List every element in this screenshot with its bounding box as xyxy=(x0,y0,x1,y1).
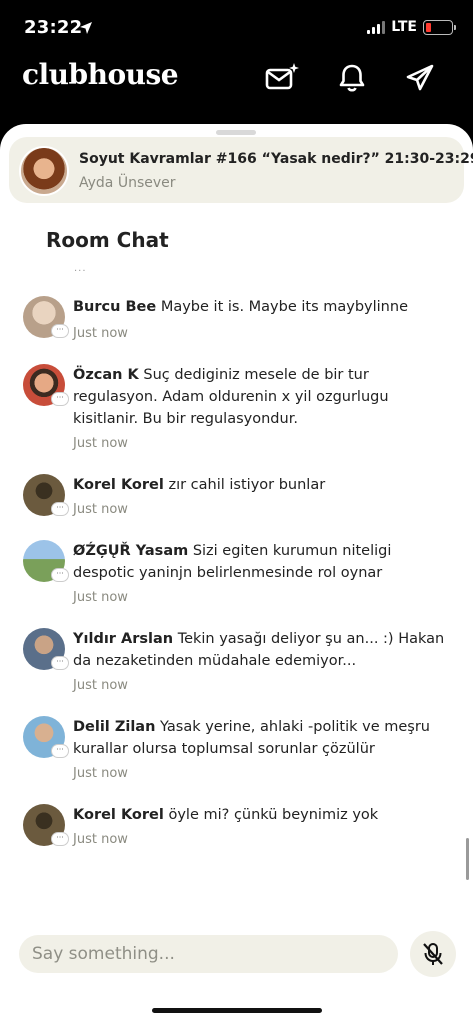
message-author: Korel Korel xyxy=(73,477,164,493)
message-author: Burcu Bee xyxy=(73,299,157,315)
message-author: Korel Korel xyxy=(73,807,164,823)
chat-bubble-icon: ··· xyxy=(51,392,69,406)
battery-icon xyxy=(423,19,456,35)
chat-input-container[interactable] xyxy=(19,935,398,973)
scrollbar[interactable] xyxy=(466,838,469,880)
room-host: Ayda Ünsever xyxy=(79,175,176,191)
sheet-grabber[interactable] xyxy=(216,130,256,135)
message-text: Özcan K Suç dediginiz mesele de bir tur … xyxy=(73,367,389,427)
status-indicators: LTE xyxy=(367,19,456,35)
message-time: Just now xyxy=(73,832,128,847)
status-time: 23:22 xyxy=(24,17,83,38)
message-text: Korel Korel zır cahil istiyor bunlar xyxy=(73,477,326,493)
message-text: Burcu Bee Maybe it is. Maybe its maybyli… xyxy=(73,299,408,315)
message-text: ØŹĢŲŘ Yasam Sizi egiten kurumun niteligi… xyxy=(73,543,392,581)
message-author: ØŹĢŲŘ Yasam xyxy=(73,543,189,559)
message-text: Korel Korel öyle mi? çünkü beynimiz yok xyxy=(73,807,379,823)
chat-bubble-icon: ··· xyxy=(51,656,69,670)
bell-icon[interactable] xyxy=(334,60,370,96)
mute-toggle-button[interactable] xyxy=(410,931,456,977)
message-time: Just now xyxy=(73,590,128,605)
message-time: Just now xyxy=(73,326,128,341)
status-bar: 23:22 LTE xyxy=(0,0,473,56)
message-text: Delil Zilan Yasak yerine, ahlaki -politi… xyxy=(73,719,431,757)
chat-bubble-icon: ··· xyxy=(51,568,69,582)
message-time: Just now xyxy=(73,502,128,517)
app-header: clubhouse xyxy=(0,56,473,122)
host-avatar xyxy=(19,146,69,196)
message-time: Just now xyxy=(73,436,128,451)
message-author: Delil Zilan xyxy=(73,719,156,735)
network-type: LTE xyxy=(391,19,417,35)
chat-bubble-icon: ··· xyxy=(51,832,69,846)
location-arrow-icon xyxy=(80,22,92,34)
message-author: Yıldır Arslan xyxy=(73,631,174,647)
home-indicator xyxy=(152,1008,322,1013)
cellular-signal-icon xyxy=(367,20,386,34)
send-paperplane-icon[interactable] xyxy=(402,60,438,96)
chat-bubble-icon: ··· xyxy=(51,744,69,758)
room-title: Soyut Kavramlar #166 “Yasak nedir?” 21:3… xyxy=(79,151,473,167)
message-text: Yıldır Arslan Tekin yasağı deliyor şu an… xyxy=(73,631,445,669)
message-time: Just now xyxy=(73,678,128,693)
mic-muted-icon xyxy=(423,943,443,965)
chat-bubble-icon: ··· xyxy=(51,324,69,338)
clubhouse-logo: clubhouse xyxy=(22,58,179,91)
room-banner[interactable]: Soyut Kavramlar #166 “Yasak nedir?” 21:3… xyxy=(9,137,473,203)
room-sheet: Soyut Kavramlar #166 “Yasak nedir?” 21:3… xyxy=(0,124,473,1024)
chat-input[interactable] xyxy=(19,935,398,973)
earlier-messages-hint: ··· xyxy=(74,266,87,277)
message-time: Just now xyxy=(73,766,128,781)
chat-title: Room Chat xyxy=(46,228,169,252)
invite-envelope-icon[interactable] xyxy=(264,60,300,96)
message-author: Özcan K xyxy=(73,367,139,383)
chat-bubble-icon: ··· xyxy=(51,502,69,516)
